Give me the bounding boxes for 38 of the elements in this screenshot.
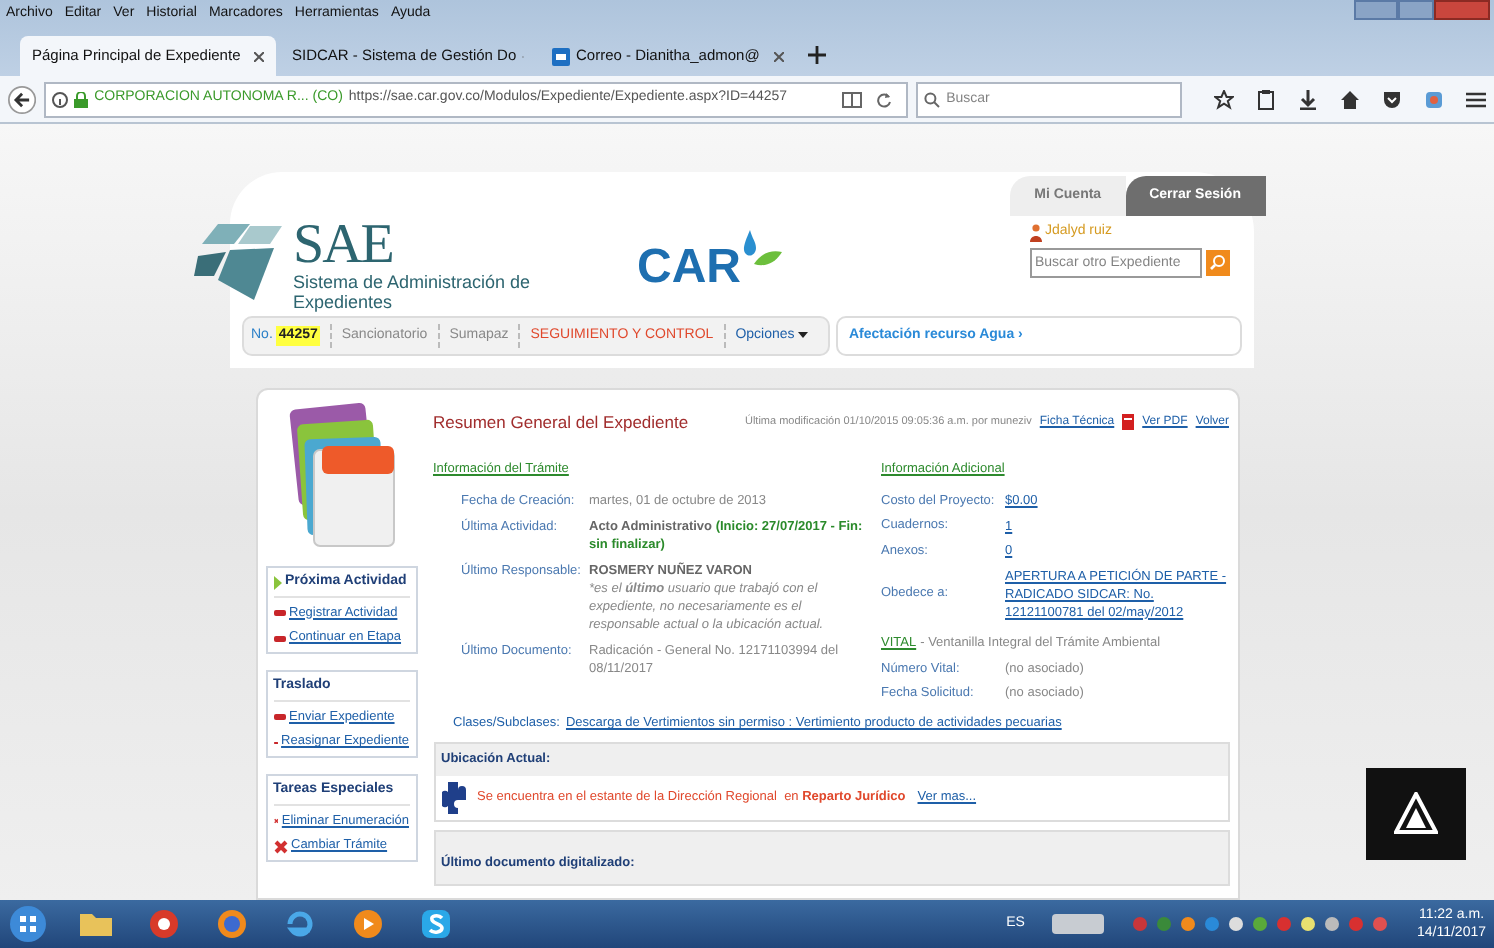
- puzzle-piece-icon: [441, 781, 465, 813]
- play-icon[interactable]: [348, 904, 388, 944]
- info-icon: [52, 91, 69, 107]
- dash-icon: [273, 609, 285, 616]
- dash-icon: [273, 713, 285, 720]
- delete-icon: [273, 839, 287, 854]
- reader-view-icon[interactable]: [842, 91, 863, 107]
- arrow-icon: [273, 575, 281, 590]
- circle-icon[interactable]: [144, 904, 184, 944]
- search-icon: [1209, 254, 1225, 270]
- user-icon: [1029, 223, 1041, 242]
- plus-icon[interactable]: [808, 46, 826, 64]
- lock-icon: [74, 91, 89, 107]
- floating-button[interactable]: [1366, 768, 1466, 860]
- pdf-icon: [1122, 414, 1135, 431]
- puzzle-icon[interactable]: [1424, 89, 1445, 109]
- leaf-drop-icon: [741, 230, 781, 268]
- letter-s-icon[interactable]: [416, 904, 456, 944]
- star-icon[interactable]: [1214, 89, 1235, 109]
- logo-subtitle: Sistema de Administración de Expedientes: [293, 272, 533, 312]
- logo-title: SAE: [293, 220, 393, 272]
- caret-icon: [798, 332, 809, 340]
- dash-icon: [273, 635, 285, 642]
- triangle-logo-icon: [1394, 792, 1438, 836]
- globe-icon[interactable]: [212, 904, 252, 944]
- pocket-icon[interactable]: [1382, 89, 1403, 109]
- partner-logo: CAR: [637, 244, 741, 298]
- search-icon: [924, 91, 941, 107]
- mail-icon: [552, 47, 570, 65]
- download-icon[interactable]: [1298, 89, 1319, 109]
- clipboard-icon[interactable]: [1256, 89, 1277, 109]
- keyboard-widget[interactable]: [1052, 914, 1105, 934]
- summary-title: Resumen General del Expediente: [433, 410, 689, 436]
- back-icon[interactable]: [8, 83, 37, 115]
- start-icon[interactable]: [8, 904, 48, 944]
- menu-icon[interactable]: [1466, 89, 1487, 109]
- reload-icon[interactable]: [876, 91, 893, 107]
- home-icon[interactable]: [1340, 89, 1361, 109]
